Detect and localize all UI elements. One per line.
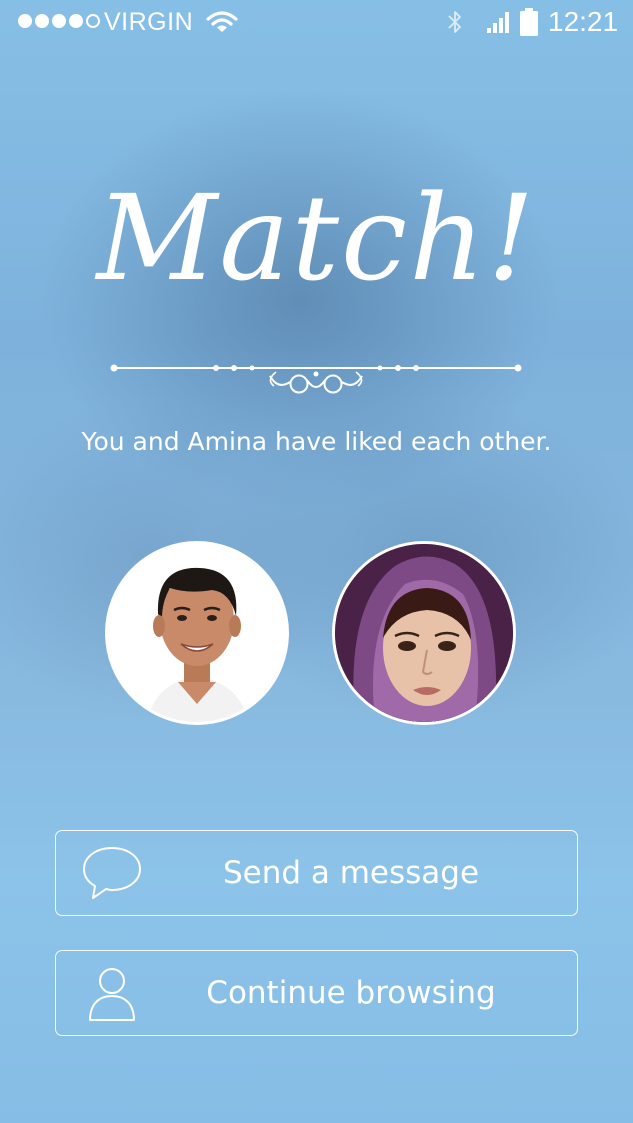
carrier-name: VIRGIN bbox=[104, 8, 194, 36]
clock: 12:21 bbox=[548, 6, 619, 37]
signal-dot bbox=[18, 14, 32, 28]
match-message: You and Amina have liked each other. bbox=[81, 427, 552, 456]
chat-bubble-icon bbox=[83, 847, 141, 899]
user-avatar[interactable] bbox=[105, 541, 289, 725]
signal-dot bbox=[52, 14, 66, 28]
signal-dot bbox=[35, 14, 49, 28]
user-photo bbox=[108, 544, 286, 722]
person-icon bbox=[89, 968, 135, 1021]
cellular-signal-icon bbox=[487, 12, 509, 33]
match-avatar[interactable] bbox=[332, 541, 516, 725]
send-message-button[interactable]: Send a message bbox=[55, 830, 578, 916]
wifi-icon bbox=[206, 11, 238, 32]
status-bar: VIRGIN 12:21 bbox=[0, 0, 633, 44]
send-message-label: Send a message bbox=[222, 855, 480, 891]
continue-browsing-label: Continue browsing bbox=[206, 975, 496, 1011]
continue-browsing-button[interactable]: Continue browsing bbox=[55, 950, 578, 1036]
signal-dot bbox=[69, 14, 83, 28]
ornamental-divider bbox=[110, 364, 522, 394]
signal-dot-empty bbox=[86, 14, 100, 28]
signal-strength-dots bbox=[18, 14, 100, 28]
bluetooth-icon bbox=[448, 11, 461, 33]
match-photo bbox=[335, 544, 513, 722]
match-title: Match! bbox=[96, 169, 537, 307]
battery-icon bbox=[520, 8, 538, 36]
